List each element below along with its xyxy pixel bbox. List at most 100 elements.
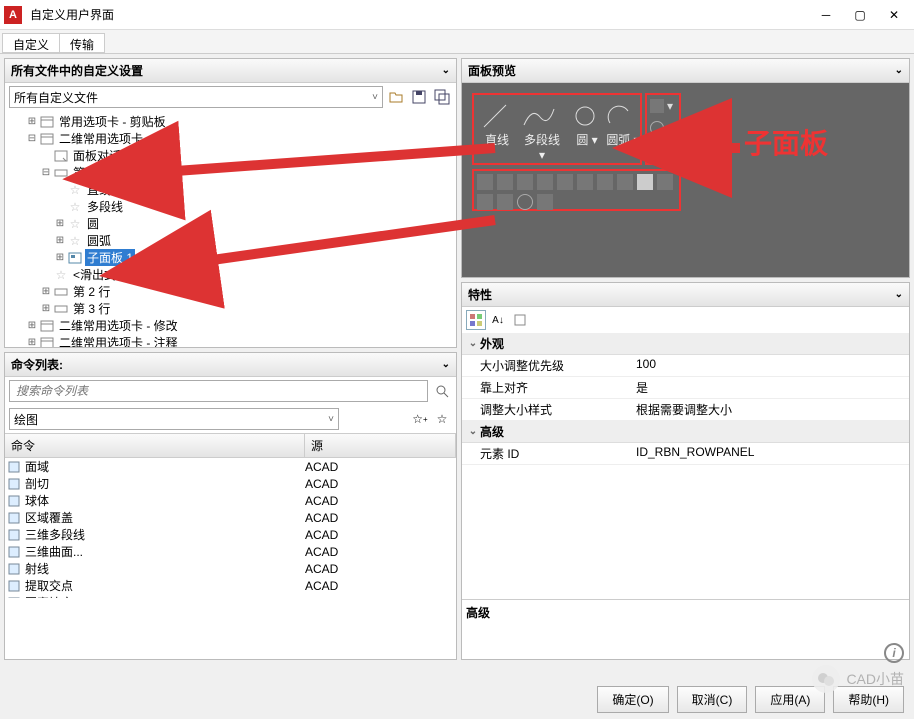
tool-icon[interactable] bbox=[557, 174, 573, 190]
tool-icon[interactable] bbox=[477, 174, 493, 190]
sub-item[interactable] bbox=[650, 99, 664, 113]
dropdown-icon[interactable]: ▾ bbox=[667, 121, 673, 135]
prop-value[interactable]: ID_RBN_ROWPANEL bbox=[632, 443, 909, 464]
preview-circle-button[interactable]: 圆 ▾ bbox=[572, 101, 602, 148]
tool-icon[interactable] bbox=[537, 174, 553, 190]
customization-file-combo[interactable]: 所有自定义文件 bbox=[9, 86, 383, 108]
panel-header-settings[interactable]: 所有文件中的自定义设置 ⌄ bbox=[5, 59, 456, 83]
command-list[interactable]: 面域ACAD剖切ACAD球体ACAD区域覆盖ACAD三维多段线ACAD三维曲面.… bbox=[5, 458, 456, 598]
categorized-button[interactable] bbox=[466, 310, 486, 330]
ok-button[interactable]: 确定(O) bbox=[597, 686, 668, 713]
command-row[interactable]: 提取交点ACAD bbox=[5, 577, 456, 594]
search-input[interactable] bbox=[9, 380, 428, 402]
prop-pages-button[interactable] bbox=[510, 310, 530, 330]
tree-item[interactable]: ☆直线 bbox=[11, 181, 456, 198]
expand-icon[interactable]: ⊞ bbox=[25, 320, 39, 331]
cancel-button[interactable]: 取消(C) bbox=[677, 686, 748, 713]
sub-item[interactable] bbox=[650, 121, 664, 135]
expand-icon[interactable]: ⊞ bbox=[53, 235, 67, 246]
alphabetical-button[interactable]: A↓ bbox=[488, 310, 508, 330]
tree-item[interactable]: ⊞二维常用选项卡 - 注释 bbox=[11, 334, 456, 347]
col-source[interactable]: 源 bbox=[305, 434, 456, 457]
preview-arc-button[interactable]: 圆弧 ▾ bbox=[606, 101, 640, 148]
favorite-button[interactable]: ☆ bbox=[432, 409, 452, 429]
command-row[interactable]: 区域覆盖ACAD bbox=[5, 509, 456, 526]
preview-line-button[interactable]: 直线 bbox=[480, 101, 514, 148]
properties-grid[interactable]: ⌄外观大小调整优先级100靠上对齐是调整大小样式根据需要调整大小⌄高级元素 ID… bbox=[462, 333, 909, 465]
tab-transfer[interactable]: 传输 bbox=[59, 33, 105, 53]
expand-icon[interactable]: ⊟ bbox=[25, 133, 39, 144]
open-file-button[interactable] bbox=[386, 87, 406, 107]
tree-item[interactable]: ☆<滑出式> bbox=[11, 266, 456, 283]
command-row[interactable]: 球体ACAD bbox=[5, 492, 456, 509]
tool-icon[interactable] bbox=[577, 174, 593, 190]
tree-item[interactable]: ⊞☆圆 bbox=[11, 215, 456, 232]
panel-header-preview[interactable]: 面板预览 ⌄ bbox=[462, 59, 909, 83]
command-icon bbox=[5, 545, 23, 559]
expand-icon[interactable]: ⊟ bbox=[39, 167, 53, 178]
tab-custom[interactable]: 自定义 bbox=[2, 33, 60, 53]
tree-item[interactable]: 面板对话框启动器 bbox=[11, 147, 456, 164]
prop-row[interactable]: 靠上对齐是 bbox=[462, 377, 909, 399]
prop-category[interactable]: ⌄高级 bbox=[462, 421, 909, 443]
command-row[interactable]: 三维多段线ACAD bbox=[5, 526, 456, 543]
tree-item[interactable]: ⊟第 1 行 bbox=[11, 164, 456, 181]
col-command[interactable]: 命令 bbox=[5, 434, 305, 457]
command-row[interactable]: 射线ACAD bbox=[5, 560, 456, 577]
tree-item[interactable]: ⊞☆圆弧 bbox=[11, 232, 456, 249]
tool-icon[interactable] bbox=[617, 174, 633, 190]
dropdown-icon[interactable]: ▾ bbox=[667, 99, 673, 113]
tree-item[interactable]: ⊞第 3 行 bbox=[11, 300, 456, 317]
prop-row[interactable]: 大小调整优先级100 bbox=[462, 355, 909, 377]
maximize-button[interactable]: ▢ bbox=[852, 7, 868, 23]
tree-item[interactable]: ⊞子面板 1 bbox=[11, 249, 456, 266]
panel-header-cmdlist[interactable]: 命令列表: ⌄ bbox=[5, 353, 456, 377]
command-row[interactable]: 面域ACAD bbox=[5, 458, 456, 475]
search-button[interactable] bbox=[432, 381, 452, 401]
tool-icon[interactable] bbox=[517, 194, 533, 210]
expand-icon[interactable]: ⊞ bbox=[25, 337, 39, 347]
command-icon bbox=[5, 511, 23, 525]
command-row[interactable]: 剖切ACAD bbox=[5, 475, 456, 492]
tool-icon[interactable] bbox=[477, 194, 493, 210]
sub-item[interactable] bbox=[650, 143, 664, 157]
prop-value[interactable]: 100 bbox=[632, 355, 909, 376]
save-all-button[interactable] bbox=[432, 87, 452, 107]
tree-item[interactable]: ☆多段线 bbox=[11, 198, 456, 215]
tool-icon[interactable] bbox=[517, 174, 533, 190]
preview-pline-button[interactable]: 多段线 ▾ bbox=[520, 101, 564, 162]
minimize-button[interactable]: ─ bbox=[818, 7, 834, 23]
combo-label: 所有自定义文件 bbox=[14, 89, 98, 106]
dropdown-icon[interactable]: ▾ bbox=[667, 143, 673, 157]
prop-row[interactable]: 调整大小样式根据需要调整大小 bbox=[462, 399, 909, 421]
category-combo[interactable]: 绘图 bbox=[9, 408, 339, 430]
tree-item[interactable]: ⊞第 2 行 bbox=[11, 283, 456, 300]
tree-item[interactable]: ⊟二维常用选项卡 - 绘图 bbox=[11, 130, 456, 147]
settings-tree[interactable]: ⊞常用选项卡 - 剪贴板⊟二维常用选项卡 - 绘图面板对话框启动器⊟第 1 行☆… bbox=[5, 111, 456, 347]
expand-icon[interactable]: ⊞ bbox=[25, 116, 39, 127]
expand-icon[interactable]: ⊞ bbox=[53, 218, 67, 229]
tool-icon[interactable] bbox=[597, 174, 613, 190]
close-button[interactable]: ✕ bbox=[886, 7, 902, 23]
prop-row[interactable]: 元素 IDID_RBN_ROWPANEL bbox=[462, 443, 909, 465]
prop-category[interactable]: ⌄外观 bbox=[462, 333, 909, 355]
tree-item[interactable]: ⊞二维常用选项卡 - 修改 bbox=[11, 317, 456, 334]
panel-header-props[interactable]: 特性 ⌄ bbox=[462, 283, 909, 307]
new-command-button[interactable]: ☆+ bbox=[410, 409, 430, 429]
row-icon bbox=[53, 302, 69, 316]
prop-value[interactable]: 是 bbox=[632, 377, 909, 398]
expand-icon[interactable]: ⊞ bbox=[39, 303, 53, 314]
prop-value[interactable]: 根据需要调整大小 bbox=[632, 399, 909, 420]
command-row[interactable]: 三维曲面...ACAD bbox=[5, 543, 456, 560]
expand-icon[interactable]: ⊞ bbox=[39, 286, 53, 297]
info-icon[interactable]: i bbox=[884, 643, 904, 663]
tool-icon[interactable] bbox=[497, 174, 513, 190]
expand-icon[interactable]: ⊞ bbox=[53, 252, 67, 263]
command-row[interactable]: 图案填充...ACAD bbox=[5, 594, 456, 598]
tool-icon[interactable] bbox=[537, 194, 553, 210]
tool-icon[interactable] bbox=[657, 174, 673, 190]
tool-icon[interactable] bbox=[497, 194, 513, 210]
tool-icon[interactable] bbox=[637, 174, 653, 190]
save-file-button[interactable] bbox=[409, 87, 429, 107]
tree-item[interactable]: ⊞常用选项卡 - 剪贴板 bbox=[11, 113, 456, 130]
